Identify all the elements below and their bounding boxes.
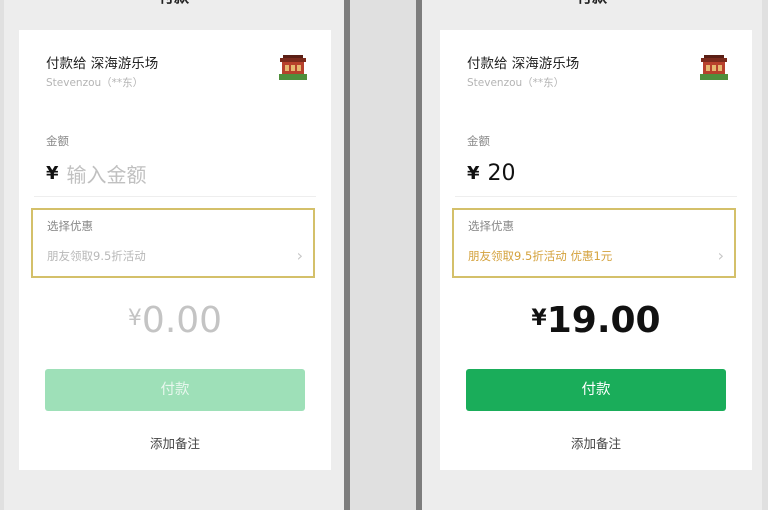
add-note-link[interactable]: 添加备注 [19, 433, 331, 452]
discount-selector[interactable]: 选择优惠 朋友领取9.5折活动 优惠1元 › [452, 208, 736, 278]
merchant-avatar-icon [277, 52, 309, 84]
divider-line [34, 196, 316, 197]
merchant-avatar-icon [698, 52, 730, 84]
amount-input[interactable]: 20 [488, 161, 516, 186]
payment-screen-empty: ← 付款 付款给 深海游乐场 Stevenzou（**东） 金额 ¥ 输入金额 … [4, 0, 344, 510]
chevron-right-icon: › [296, 246, 303, 265]
pay-button[interactable]: 付款 [466, 369, 726, 411]
chevron-right-icon: › [717, 246, 724, 265]
payment-card: 付款给 深海游乐场 Stevenzou（**东） 金额 ¥ 20 选择优惠 朋友… [440, 30, 752, 470]
payment-screen-filled: ← 付款 付款给 深海游乐场 Stevenzou（**东） 金额 ¥ 20 选择… [422, 0, 762, 510]
amount-field[interactable]: ¥ 20 [467, 157, 516, 189]
payee-account: Stevenzou（**东） [467, 77, 565, 89]
payee-name: 付款给 深海游乐场 [46, 56, 159, 72]
add-note-link[interactable]: 添加备注 [440, 433, 752, 452]
payee-name: 付款给 深海游乐场 [467, 56, 580, 72]
total-amount: ¥19.00 [440, 300, 752, 341]
amount-input-placeholder[interactable]: 输入金额 [67, 159, 147, 188]
nav-bar: ← 付款 [4, 0, 344, 6]
discount-label: 选择优惠 [47, 219, 93, 233]
total-value: 0.00 [141, 300, 223, 341]
divider-line [455, 196, 737, 197]
discount-selector[interactable]: 选择优惠 朋友领取9.5折活动 › [31, 208, 315, 278]
payee-account: Stevenzou（**东） [46, 77, 144, 89]
discount-label: 选择优惠 [468, 219, 514, 233]
amount-label: 金额 [46, 134, 69, 148]
total-currency: ¥ [127, 306, 142, 331]
total-value: 19.00 [546, 300, 661, 341]
center-gutter [350, 0, 420, 510]
nav-bar: ← 付款 [422, 0, 762, 6]
discount-value: 朋友领取9.5折活动 [47, 249, 146, 263]
currency-symbol: ¥ [46, 162, 59, 184]
total-amount: ¥0.00 [19, 300, 331, 341]
amount-field[interactable]: ¥ 输入金额 [46, 157, 147, 189]
amount-label: 金额 [467, 134, 490, 148]
payment-card: 付款给 深海游乐场 Stevenzou（**东） 金额 ¥ 输入金额 选择优惠 … [19, 30, 331, 470]
right-gutter [761, 0, 768, 510]
pay-button[interactable]: 付款 [45, 369, 305, 411]
nav-title: 付款 [4, 0, 344, 7]
nav-title: 付款 [422, 0, 762, 7]
total-currency: ¥ [531, 306, 547, 331]
currency-symbol: ¥ [467, 162, 480, 184]
discount-value: 朋友领取9.5折活动 优惠1元 [468, 249, 613, 263]
